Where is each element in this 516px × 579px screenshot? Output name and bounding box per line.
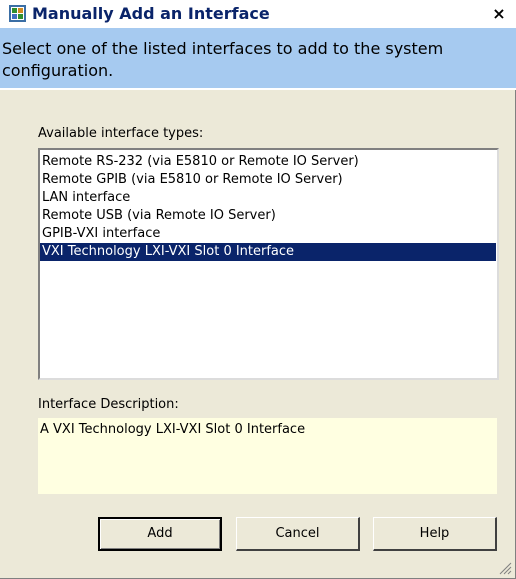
close-icon: × [492, 4, 506, 23]
list-item[interactable]: LAN interface [40, 189, 496, 207]
list-item[interactable]: Remote RS-232 (via E5810 or Remote IO Se… [40, 153, 496, 171]
description-label: Interface Description: [38, 397, 179, 412]
banner-divider [0, 88, 516, 90]
list-item[interactable]: Remote USB (via Remote IO Server) [40, 207, 496, 225]
window-title: Manually Add an Interface [32, 4, 270, 23]
list-item[interactable]: Remote GPIB (via E5810 or Remote IO Serv… [40, 171, 496, 189]
list-item[interactable]: VXI Technology LXI-VXI Slot 0 Interface [40, 243, 496, 261]
interface-types-listbox[interactable]: Remote RS-232 (via E5810 or Remote IO Se… [38, 148, 499, 380]
add-button[interactable]: Add [98, 517, 222, 551]
description-box: A VXI Technology LXI-VXI Slot 0 Interfac… [38, 418, 497, 494]
add-interface-icon [9, 5, 26, 22]
instruction-banner: Select one of the listed interfaces to a… [0, 28, 516, 88]
close-button[interactable]: × [489, 5, 509, 23]
resize-grip-icon[interactable] [498, 561, 512, 575]
list-item[interactable]: GPIB-VXI interface [40, 225, 496, 243]
available-types-label: Available interface types: [38, 126, 204, 141]
cancel-button[interactable]: Cancel [236, 517, 360, 551]
description-text: A VXI Technology LXI-VXI Slot 0 Interfac… [40, 422, 306, 437]
dialog-window: Manually Add an Interface × Select one o… [0, 0, 516, 579]
instruction-text: Select one of the listed interfaces to a… [2, 39, 444, 80]
help-button[interactable]: Help [373, 517, 497, 551]
title-bar[interactable]: Manually Add an Interface × [0, 0, 516, 28]
